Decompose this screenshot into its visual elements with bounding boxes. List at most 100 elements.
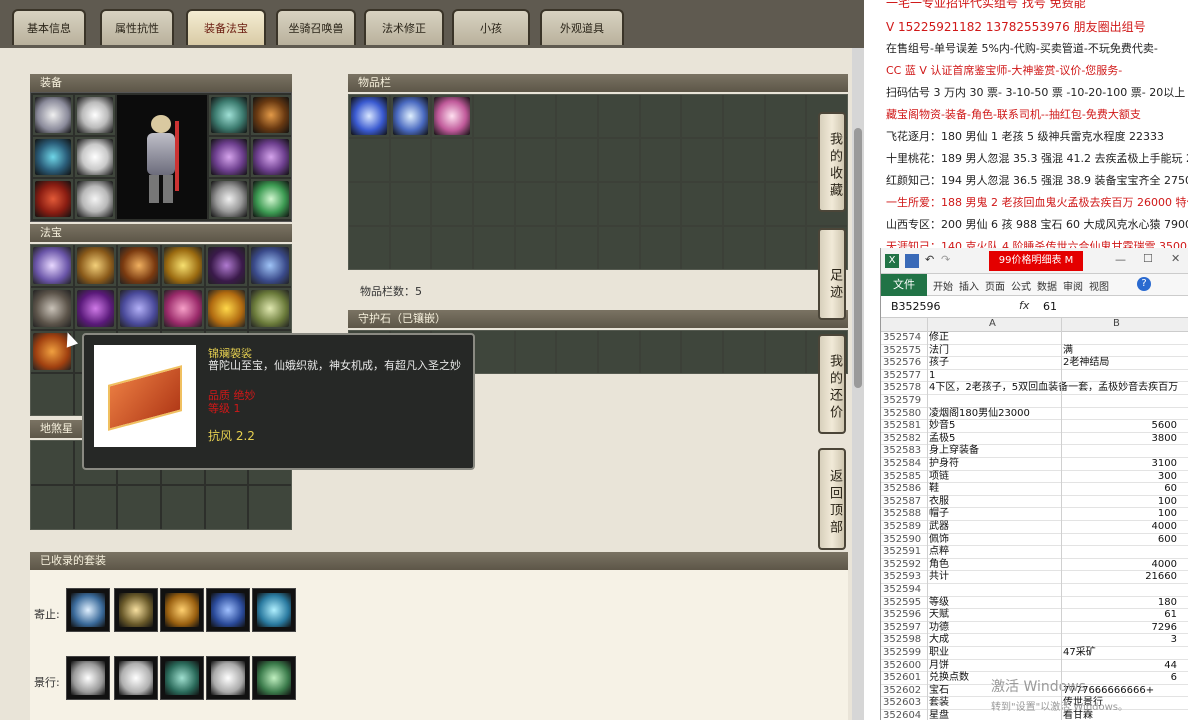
cell-value[interactable]: 宝石 [929,685,949,698]
inventory-slot[interactable] [432,95,472,137]
inventory-slot[interactable] [765,95,806,137]
inventory-slot[interactable] [390,183,431,225]
menu-insert[interactable]: 插入 [959,278,979,293]
guardian-slot[interactable] [682,331,722,373]
fabao-slot[interactable] [162,288,204,329]
cell-value[interactable]: 100 [1158,496,1177,509]
inventory-slot[interactable] [724,95,764,137]
inventory-slot[interactable] [515,227,556,269]
guardian-slot[interactable] [765,331,806,373]
cell-value[interactable]: 佩饰 [929,534,949,547]
cell-value[interactable]: 7296 [1152,622,1177,635]
equip-slot-ring-2[interactable] [251,95,291,135]
inventory-slot[interactable] [349,227,389,269]
inventory-slot[interactable] [724,227,764,269]
inventory-slot[interactable] [515,95,556,137]
inventory-slot[interactable] [557,227,597,269]
inventory-slot[interactable] [765,227,806,269]
column-header-a[interactable]: A [989,318,996,329]
scrollbar-thumb[interactable] [854,128,862,388]
cell-value[interactable]: 4000 [1152,521,1177,534]
set-item-icon[interactable] [160,588,204,632]
set-item-icon[interactable] [160,656,204,700]
my-counteroffer-button[interactable]: 我的还价 [818,334,846,434]
name-box[interactable]: B352596 [891,300,941,313]
cell-value[interactable]: 满 [1063,345,1073,358]
inventory-slot[interactable] [599,95,639,137]
cell-value[interactable]: 600 [1158,534,1177,547]
cell-value[interactable]: 职业 [929,647,949,660]
cell-value[interactable]: 护身符 [929,458,959,471]
inventory-slot[interactable] [682,95,722,137]
cell-value[interactable]: 套装 [929,697,949,710]
inventory-slot[interactable] [599,183,639,225]
cell-value[interactable]: 47采矿 [1063,647,1096,660]
cell-value[interactable]: 大成 [929,634,949,647]
set-item-icon[interactable] [252,588,296,632]
equip-slot-belt[interactable] [209,179,249,219]
inventory-item-icon[interactable] [351,97,387,135]
fabao-slot[interactable] [118,245,160,286]
cell-value[interactable]: 兑换点数 [929,672,969,685]
menu-file[interactable]: 文件 [881,274,927,296]
cell-value[interactable]: 功德 [929,622,949,635]
tab-attributes[interactable]: 属性抗性 [100,9,174,45]
inventory-slot[interactable] [349,139,389,181]
inventory-slot[interactable] [474,227,514,269]
earth-slot[interactable] [162,486,204,529]
fabao-slot[interactable] [31,288,73,329]
tab-mounts-summons[interactable]: 坐骑召唤兽 [276,9,356,45]
equip-slot-ring-3[interactable] [209,137,249,177]
guardian-slot[interactable] [557,331,597,373]
cell-value[interactable]: 修正 [929,332,949,345]
guardian-slot[interactable] [599,331,639,373]
cell-value[interactable]: 4000 [1152,559,1177,572]
set-item-icon[interactable] [206,588,250,632]
menu-formula[interactable]: 公式 [1011,278,1031,293]
earth-slot[interactable] [31,441,73,484]
equip-slot-ring-4[interactable] [251,137,291,177]
cell-value[interactable]: 妙音5 [929,420,955,433]
fabao-slot[interactable] [74,245,117,286]
guardian-slot[interactable] [474,331,514,373]
help-icon[interactable]: ? [1137,277,1151,291]
equip-slot-ring-1[interactable] [209,95,249,135]
back-to-top-button[interactable]: 返回顶部 [818,448,846,550]
cell-value[interactable]: 鞋 [929,483,939,496]
earth-slot[interactable] [249,486,291,529]
inventory-slot[interactable] [640,139,681,181]
earth-slot[interactable] [205,486,248,529]
fabao-slot[interactable] [205,288,248,329]
fabao-slot[interactable] [31,245,73,286]
inventory-slot[interactable] [432,183,472,225]
set-item-icon[interactable] [66,588,110,632]
cell-value[interactable]: 180 [1158,597,1177,610]
inventory-slot[interactable] [557,95,597,137]
menu-review[interactable]: 审阅 [1063,278,1083,293]
inventory-slot[interactable] [640,95,681,137]
cell-value[interactable]: 6 [1171,672,1177,685]
earth-slot[interactable] [74,486,117,529]
cell-value[interactable]: 60 [1164,483,1177,496]
cell-value[interactable]: 3 [1171,634,1177,647]
fabao-slot[interactable] [118,288,160,329]
inventory-slot[interactable] [557,139,597,181]
inventory-slot[interactable] [724,183,764,225]
guardian-slot[interactable] [640,331,681,373]
menu-home[interactable]: 开始 [933,278,953,293]
cell-value[interactable]: 61 [1164,609,1177,622]
set-item-icon[interactable] [206,656,250,700]
tab-children[interactable]: 小孩 [452,9,530,45]
set-item-icon[interactable] [114,588,158,632]
equip-slot-armor[interactable] [75,137,115,177]
cell-value[interactable]: 月饼 [929,660,949,673]
inventory-slot[interactable] [599,139,639,181]
cell-value[interactable]: 凌烟阁180男仙23000 [929,408,1030,421]
inventory-slot[interactable] [765,139,806,181]
cell-value[interactable]: 300 [1158,471,1177,484]
cell-value[interactable]: 孩子 [929,357,949,370]
tab-basic-info[interactable]: 基本信息 [12,9,86,45]
inventory-slot[interactable] [390,139,431,181]
tab-appearance-items[interactable]: 外观道具 [540,9,624,45]
inventory-slot[interactable] [474,95,514,137]
